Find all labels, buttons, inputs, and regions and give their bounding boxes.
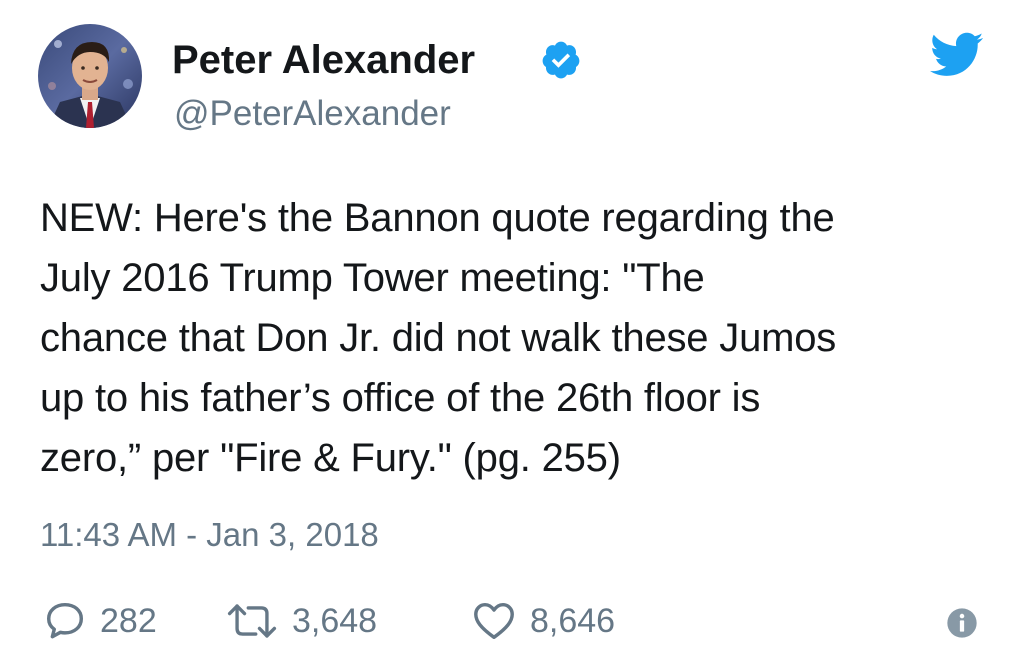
display-name[interactable]: Peter Alexander [172, 36, 475, 84]
verified-badge-icon [540, 39, 582, 81]
heart-icon [470, 598, 518, 644]
reply-count: 282 [100, 601, 157, 640]
tweet-text-line: July 2016 Trump Tower meeting: "The [40, 256, 705, 300]
like-count: 8,646 [530, 601, 616, 640]
reply-button[interactable]: 282 [42, 596, 157, 646]
retweet-button[interactable]: 3,648 [224, 596, 377, 646]
info-icon[interactable] [946, 607, 978, 639]
twitter-bird-icon[interactable] [930, 32, 984, 78]
user-handle[interactable]: @PeterAlexander [174, 93, 451, 135]
reply-icon [42, 598, 88, 644]
retweet-icon [224, 598, 280, 644]
tweet-text: NEW: Here's the Bannon quote regarding t… [40, 188, 1000, 488]
like-button[interactable]: 8,646 [470, 596, 615, 646]
tweet-text-line: NEW: Here's the Bannon quote regarding t… [40, 196, 835, 240]
retweet-count: 3,648 [292, 601, 378, 640]
tweet-text-line: chance that Don Jr. did not walk these J… [40, 316, 837, 360]
tweet-timestamp[interactable]: 11:43 AM - Jan 3, 2018 [40, 515, 379, 555]
tweet-text-line: zero,” per "Fire & Fury." (pg. 255) [40, 436, 621, 480]
avatar[interactable] [38, 24, 142, 128]
tweet-text-line: up to his father’s office of the 26th fl… [40, 376, 761, 420]
